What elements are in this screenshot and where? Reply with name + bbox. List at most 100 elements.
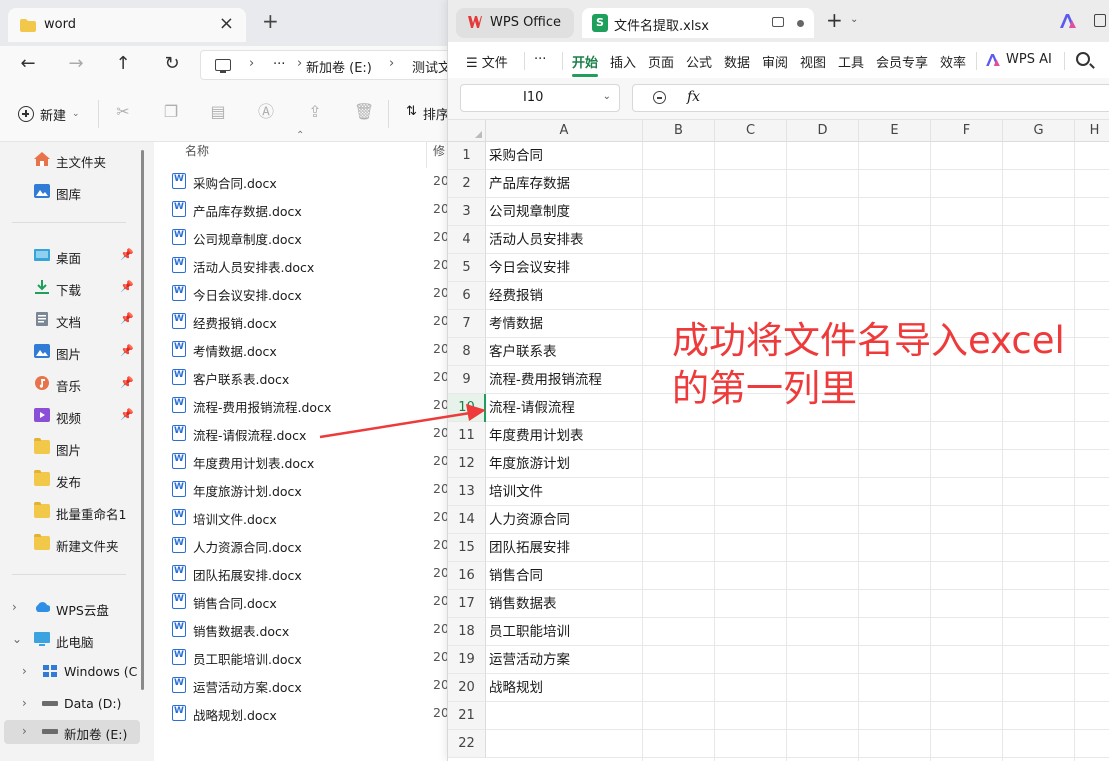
sidebar-item-this-pc[interactable]: ⌄ 此电脑 [0,628,146,652]
column-divider[interactable] [426,142,427,168]
tab-formulas[interactable]: 公式 [686,52,712,71]
chevron-right-icon[interactable]: › [22,696,27,710]
sidebar-item-batch-rename[interactable]: 批量重命名1 [0,500,146,524]
row-header[interactable]: 13 [448,478,486,506]
cell-a[interactable]: 人力资源合同 [489,506,570,534]
row-header[interactable]: 16 [448,562,486,590]
sidebar-item-wps-cloud[interactable]: › WPS云盘 [0,596,146,620]
forward-icon[interactable]: → [64,53,88,74]
tab-home[interactable]: 开始 [572,52,598,71]
back-icon[interactable]: ← [16,53,40,74]
cell-a[interactable]: 考情数据 [489,310,543,338]
close-tab-icon[interactable]: × [219,13,234,34]
column-header-a[interactable]: A [486,120,643,142]
file-row[interactable]: 考情数据.docx20 [154,336,460,364]
chevron-right-icon[interactable]: › [22,664,27,678]
sidebar-item-drive-c[interactable]: › Windows (C [0,660,146,684]
sidebar-item-pictures-folder[interactable]: 图片 [0,436,146,460]
row-header[interactable]: 14 [448,506,486,534]
wps-ai-logo-icon[interactable] [1060,14,1076,28]
row-header[interactable]: 12 [448,450,486,478]
row-header[interactable]: 7 [448,310,486,338]
cell-a[interactable]: 团队拓展安排 [489,534,570,562]
new-button[interactable]: 新建 ⌄ [18,104,80,124]
row-header[interactable]: 10 [448,394,486,422]
tab-view[interactable]: 视图 [800,52,826,71]
column-header-f[interactable]: F [931,120,1003,142]
file-row[interactable]: 客户联系表.docx20 [154,364,460,392]
cell-a[interactable]: 年度费用计划表 [489,422,584,450]
file-row[interactable]: 产品库存数据.docx20 [154,196,460,224]
path-box[interactable]: › ··· › 新加卷 (E:) › 测试文 [200,50,470,80]
column-header-e[interactable]: E [859,120,931,142]
delete-icon[interactable]: 🗑 [354,103,374,121]
new-tab-icon[interactable]: + [262,11,279,31]
tab-page[interactable]: 页面 [648,52,674,71]
sort-button[interactable]: ⇅ 排序 [406,104,449,123]
breadcrumb-drive[interactable]: 新加卷 (E:) [306,57,372,76]
rename-icon[interactable]: Ⓐ [257,103,275,121]
file-row[interactable]: 流程-费用报销流程.docx20 [154,392,460,420]
cell-a[interactable]: 运营活动方案 [489,646,570,674]
file-row[interactable]: 年度费用计划表.docx20 [154,448,460,476]
file-row[interactable]: 培训文件.docx20 [154,504,460,532]
file-row[interactable]: 员工职能培训.docx20 [154,644,460,672]
cell-a[interactable]: 经费报销 [489,282,543,310]
sidebar-item-drive-e[interactable]: › 新加卷 (E:) [4,720,140,744]
chevron-down-icon[interactable]: ⌄ [12,632,22,646]
spreadsheet-grid[interactable]: A B C D E F G H 1 采购合同 2 产品库存数据 3 公司规章制度 4 活动人员安排表 5 今日会议… [448,120,1109,761]
unsaved-dot-icon[interactable] [797,20,804,27]
tab-review[interactable]: 审阅 [762,52,788,71]
cut-icon[interactable]: ✂ [114,103,132,121]
file-row[interactable]: 今日会议安排.docx20 [154,280,460,308]
tab-data[interactable]: 数据 [724,52,750,71]
file-row[interactable]: 战略规划.docx20 [154,700,460,728]
cell-a[interactable]: 年度旅游计划 [489,450,570,478]
new-tab-icon[interactable]: + [826,10,843,30]
column-header-d[interactable]: D [787,120,859,142]
tab-tools[interactable]: 工具 [838,52,864,71]
row-header[interactable]: 9 [448,366,486,394]
chevron-right-icon[interactable]: › [22,724,27,738]
file-row[interactable]: 采购合同.docx20 [154,168,460,196]
file-row[interactable]: 公司规章制度.docx20 [154,224,460,252]
file-row[interactable]: 流程-请假流程.docx20 [154,420,460,448]
row-header[interactable]: 19 [448,646,486,674]
breadcrumb-folder[interactable]: 测试文 [412,57,451,76]
column-header-g[interactable]: G [1003,120,1075,142]
cell-a[interactable]: 培训文件 [489,478,543,506]
sidebar-item-documents[interactable]: 文档 📌 [0,308,146,332]
up-icon[interactable]: ↑ [111,53,135,74]
row-header[interactable]: 21 [448,702,486,730]
chevron-right-icon[interactable]: › [12,600,17,614]
cell-a[interactable]: 流程-请假流程 [489,394,575,422]
fx-icon[interactable]: fx [687,89,700,105]
row-header[interactable]: 18 [448,618,486,646]
sidebar-item-drive-d[interactable]: › Data (D:) [0,692,146,716]
copy-icon[interactable]: ❐ [162,103,180,121]
row-header[interactable]: 17 [448,590,486,618]
column-header-c[interactable]: C [715,120,787,142]
sidebar-item-downloads[interactable]: 下载 📌 [0,276,146,300]
tab-member[interactable]: 会员专享 [876,52,928,71]
row-header[interactable]: 3 [448,198,486,226]
name-box[interactable]: I10 ⌄ [460,84,620,112]
column-header-name[interactable]: 名称 [185,142,209,168]
cell-a[interactable]: 战略规划 [489,674,543,702]
cell-a[interactable]: 销售数据表 [489,590,557,618]
tab-efficiency[interactable]: 效率 [940,52,966,71]
row-header[interactable]: 4 [448,226,486,254]
row-header[interactable]: 22 [448,730,486,758]
column-header-modified[interactable]: 修 [433,142,445,168]
cell-a[interactable]: 客户联系表 [489,338,557,366]
row-header[interactable]: 15 [448,534,486,562]
file-row[interactable]: 年度旅游计划.docx20 [154,476,460,504]
explorer-tab[interactable]: word × [8,8,246,42]
row-header[interactable]: 8 [448,338,486,366]
pin-icon[interactable]: 📌 [120,344,134,357]
pin-icon[interactable]: 📌 [120,312,134,325]
pin-icon[interactable]: 📌 [120,280,134,293]
menu-file[interactable]: ☰ 文件 [466,52,508,71]
file-row[interactable]: 活动人员安排表.docx20 [154,252,460,280]
search-icon[interactable] [1076,52,1090,66]
